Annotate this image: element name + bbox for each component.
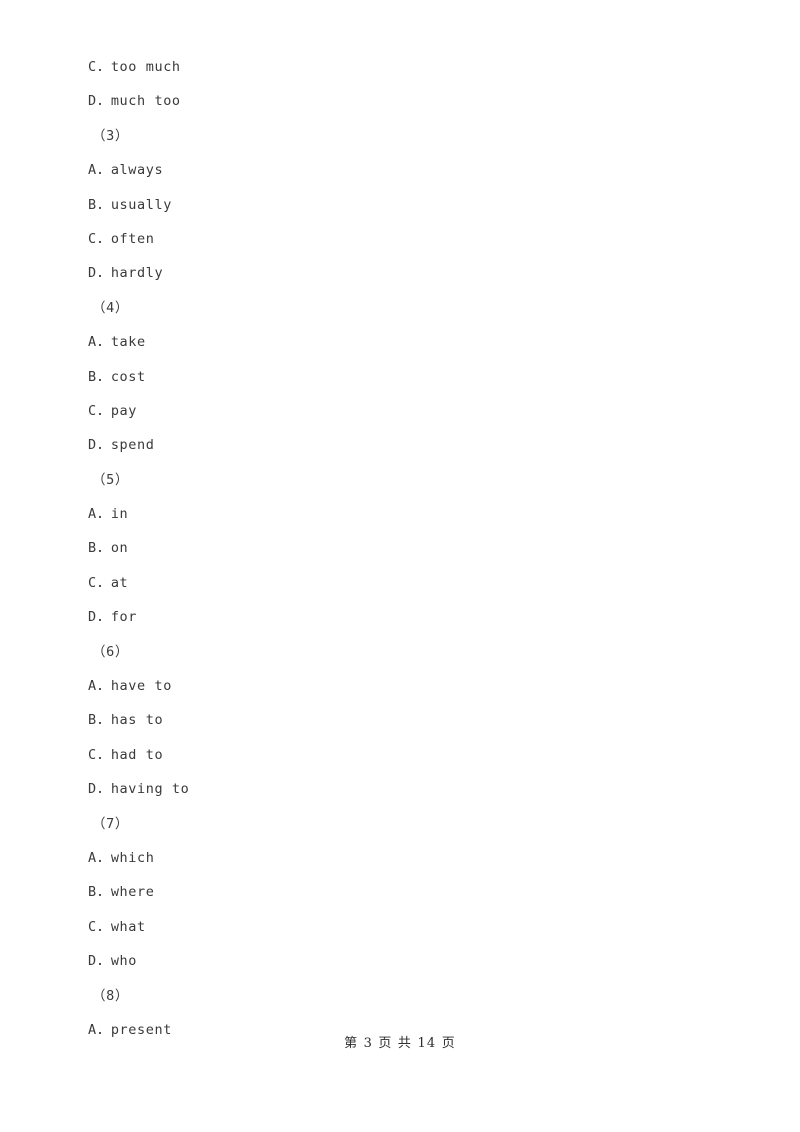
option-line: B．on xyxy=(88,540,129,557)
page-number-label: 第 3 页 共 14 页 xyxy=(344,1036,456,1051)
option-line: D．much too xyxy=(88,93,181,110)
option-line: D．having to xyxy=(88,781,190,798)
option-line: C．too much xyxy=(88,59,181,75)
question-number: （3） xyxy=(92,127,129,144)
page-footer: 第 3 页 共 14 页 xyxy=(0,1032,800,1051)
option-line: B．usually xyxy=(88,196,172,213)
option-line: D．for xyxy=(88,609,138,626)
option-line: A．have to xyxy=(88,678,172,695)
option-line: D．hardly xyxy=(88,265,164,282)
option-line: C．at xyxy=(88,574,129,591)
question-number: （7） xyxy=(92,815,129,832)
option-line: A．which xyxy=(88,849,155,866)
question-number: （4） xyxy=(92,299,129,316)
option-line: D．who xyxy=(88,953,138,970)
question-options-list: C．too much D．much too （3） A．always B．usu… xyxy=(88,50,728,1047)
option-line: C．what xyxy=(88,918,146,935)
option-line: A．always xyxy=(88,162,164,179)
option-line: C．had to xyxy=(88,746,164,763)
option-line: B．cost xyxy=(88,368,146,385)
option-line: B．has to xyxy=(88,712,164,729)
option-line: D．spend xyxy=(88,437,155,454)
option-line: A．in xyxy=(88,506,129,523)
option-line: A．take xyxy=(88,334,146,351)
question-number: （8） xyxy=(92,987,129,1004)
document-page: C．too much D．much too （3） A．always B．usu… xyxy=(0,0,800,1132)
question-number: （5） xyxy=(92,471,129,488)
question-number: （6） xyxy=(92,643,129,660)
option-line: C．often xyxy=(88,230,155,247)
option-line: B．where xyxy=(88,884,155,901)
option-line: C．pay xyxy=(88,402,138,419)
